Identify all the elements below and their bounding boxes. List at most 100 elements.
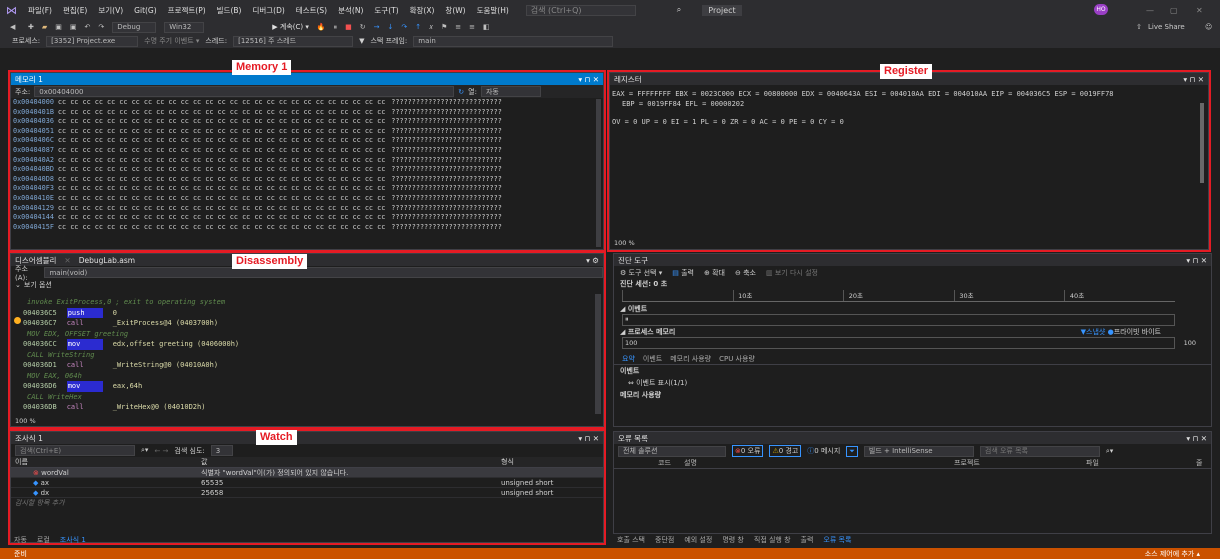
- filter-icon[interactable]: ⏷: [846, 445, 858, 457]
- search-icon[interactable]: ⌕▾: [141, 446, 148, 455]
- step-over-icon[interactable]: ↷: [401, 23, 407, 31]
- restart-icon[interactable]: ↻: [360, 23, 366, 31]
- save-icon[interactable]: ▣: [55, 23, 62, 31]
- watch-value[interactable]: 식별자 "wordVal"이(가) 정의되어 있지 않습니다.: [201, 468, 501, 478]
- redo-icon[interactable]: ↷: [98, 23, 104, 31]
- breakpoint-icon[interactable]: ◧: [483, 23, 490, 31]
- menu-item[interactable]: 디버그(D): [252, 5, 284, 16]
- step-out-icon[interactable]: ↑: [415, 23, 421, 31]
- bottom-tab[interactable]: 중단점: [651, 535, 678, 545]
- bottom-tab[interactable]: 명령 창: [718, 535, 748, 545]
- bookmark-icon[interactable]: ⚑: [441, 23, 447, 31]
- pane-controls-icon[interactable]: ▾ ⊓ ✕: [578, 75, 599, 84]
- menu-item[interactable]: Git(G): [134, 6, 157, 15]
- menu-item[interactable]: 분석(N): [338, 5, 363, 16]
- bottom-tab[interactable]: 요약: [618, 354, 639, 364]
- menu-item[interactable]: 프로젝트(P): [168, 5, 206, 16]
- hex-display-icon[interactable]: 𝑥: [429, 23, 433, 32]
- watch-col-value[interactable]: 값: [201, 457, 501, 467]
- zoom-out-button[interactable]: ⊖ 축소: [735, 268, 756, 278]
- menu-item[interactable]: 보기(V): [98, 5, 123, 16]
- back-icon[interactable]: ◀: [10, 23, 15, 31]
- pause-icon[interactable]: ⏸: [334, 23, 338, 32]
- uncomment-icon[interactable]: ≡: [469, 23, 475, 31]
- stack-frame-dropdown[interactable]: main: [413, 35, 614, 47]
- watch-value[interactable]: 65535: [201, 479, 501, 487]
- menu-item[interactable]: 도움말(H): [477, 5, 509, 16]
- stop-icon[interactable]: ■: [345, 23, 352, 31]
- bottom-tab[interactable]: 이벤트: [639, 354, 666, 364]
- vs-logo-icon[interactable]: ⋈: [6, 4, 17, 17]
- watch-name[interactable]: ◆ dx: [11, 489, 201, 497]
- lifecycle-events-label[interactable]: 수명 주기 이벤트 ▾: [144, 36, 199, 46]
- bottom-tab[interactable]: 오류 목록: [819, 535, 855, 545]
- search-input[interactable]: 검색 (Ctrl+Q): [525, 4, 636, 16]
- memory-address-input[interactable]: 0x00404000: [34, 86, 455, 97]
- watch-add-item[interactable]: 감시할 항목 추가: [11, 498, 603, 508]
- undo-icon[interactable]: ↶: [85, 23, 91, 31]
- pane-controls-icon[interactable]: ▾ ⊓ ✕: [578, 434, 599, 443]
- reset-view-button[interactable]: ▥ 보기 다시 설정: [766, 268, 818, 278]
- platform-dropdown[interactable]: Win32: [164, 21, 205, 33]
- disasm-zoom[interactable]: 100 %: [15, 417, 36, 425]
- hot-reload-icon[interactable]: 🔥: [317, 23, 326, 31]
- pane-controls-icon[interactable]: ▾ ⊓ ✕: [1186, 434, 1207, 443]
- bottom-tab[interactable]: 예외 설정: [680, 535, 716, 545]
- watch-row[interactable]: ◆ ax 65535 unsigned short: [11, 478, 603, 488]
- col-code[interactable]: 코드: [614, 458, 684, 468]
- minimize-icon[interactable]: —: [1146, 6, 1154, 15]
- live-share-button[interactable]: Live Share: [1148, 23, 1185, 31]
- register-scrollbar[interactable]: [1200, 103, 1204, 183]
- watch-row[interactable]: ⊗ wordVal 식별자 "wordVal"이(가) 정의되어 있지 않습니다.: [11, 468, 603, 478]
- new-project-icon[interactable]: ✚: [28, 23, 34, 31]
- config-dropdown[interactable]: Debug: [112, 21, 157, 33]
- bottom-tab[interactable]: 자동: [10, 535, 31, 545]
- bottom-tab[interactable]: 메모리 사용량: [666, 354, 715, 364]
- warnings-filter-button[interactable]: ⚠0 경고: [769, 445, 802, 457]
- errors-filter-button[interactable]: ⊗0 오류: [732, 445, 764, 457]
- search-icon[interactable]: ⌕▾: [1106, 447, 1113, 456]
- maximize-icon[interactable]: ▢: [1170, 6, 1178, 15]
- depth-dropdown[interactable]: 3: [210, 445, 233, 456]
- watch-name[interactable]: ◆ ax: [11, 479, 201, 487]
- watch-row[interactable]: ◆ dx 25658 unsigned short: [11, 488, 603, 498]
- menu-item[interactable]: 테스트(S): [296, 5, 327, 16]
- col-project[interactable]: 프로젝트: [954, 458, 1086, 468]
- avatar[interactable]: HO: [1094, 4, 1108, 15]
- menu-item[interactable]: 확장(X): [410, 5, 435, 16]
- step-into-icon[interactable]: ↓: [387, 23, 393, 31]
- col-line[interactable]: 줄: [1196, 458, 1202, 468]
- disasm-address-input[interactable]: main(void): [44, 267, 603, 278]
- pane-controls-icon[interactable]: ▾ ⊓ ✕: [1183, 75, 1204, 84]
- view-options-toggle[interactable]: ⌄ 보기 옵션: [11, 279, 603, 291]
- filter-icon[interactable]: ▼: [359, 37, 364, 45]
- memory-scrollbar[interactable]: [596, 99, 601, 247]
- tab-debuglab-asm[interactable]: DebugLab.asm: [79, 256, 135, 265]
- menu-item[interactable]: 편집(E): [63, 5, 87, 16]
- back-icon[interactable]: ← →: [154, 447, 168, 455]
- pane-controls-icon[interactable]: ▾ ⊓ ✕: [1186, 256, 1207, 265]
- close-icon[interactable]: ✕: [64, 256, 70, 265]
- pane-controls-icon[interactable]: ▾ ⚙: [586, 256, 599, 265]
- watch-name[interactable]: ⊗ wordVal: [11, 469, 201, 477]
- watch-col-type[interactable]: 형식: [501, 457, 514, 467]
- bottom-tab[interactable]: 출력: [797, 535, 818, 545]
- show-next-statement-icon[interactable]: →: [374, 23, 380, 31]
- bottom-tab[interactable]: CPU 사용량: [715, 354, 759, 364]
- continue-button[interactable]: ▶ 계속(C) ▾: [272, 22, 309, 32]
- refresh-icon[interactable]: ↻: [458, 88, 464, 96]
- menu-item[interactable]: 도구(T): [374, 5, 398, 16]
- bottom-tab[interactable]: 직접 실행 창: [750, 535, 795, 545]
- process-dropdown[interactable]: [3352] Project.exe: [46, 35, 139, 47]
- tools-select-button[interactable]: ⚙ 도구 선택 ▾: [620, 268, 662, 278]
- disasm-scrollbar[interactable]: [595, 294, 601, 414]
- messages-filter-button[interactable]: ⓘ0 메시지: [807, 446, 840, 456]
- menu-item[interactable]: 빌드(B): [217, 5, 242, 16]
- open-icon[interactable]: ▰: [42, 23, 47, 31]
- save-all-icon[interactable]: ▣: [70, 23, 77, 31]
- feedback-icon[interactable]: ☺: [1205, 23, 1212, 31]
- add-to-source-control[interactable]: 소스 제어에 추가 ▴: [1145, 549, 1200, 559]
- error-search-input[interactable]: 검색 오류 목록: [979, 445, 1100, 457]
- close-icon[interactable]: ✕: [1196, 6, 1203, 15]
- menu-item[interactable]: 창(W): [445, 5, 465, 16]
